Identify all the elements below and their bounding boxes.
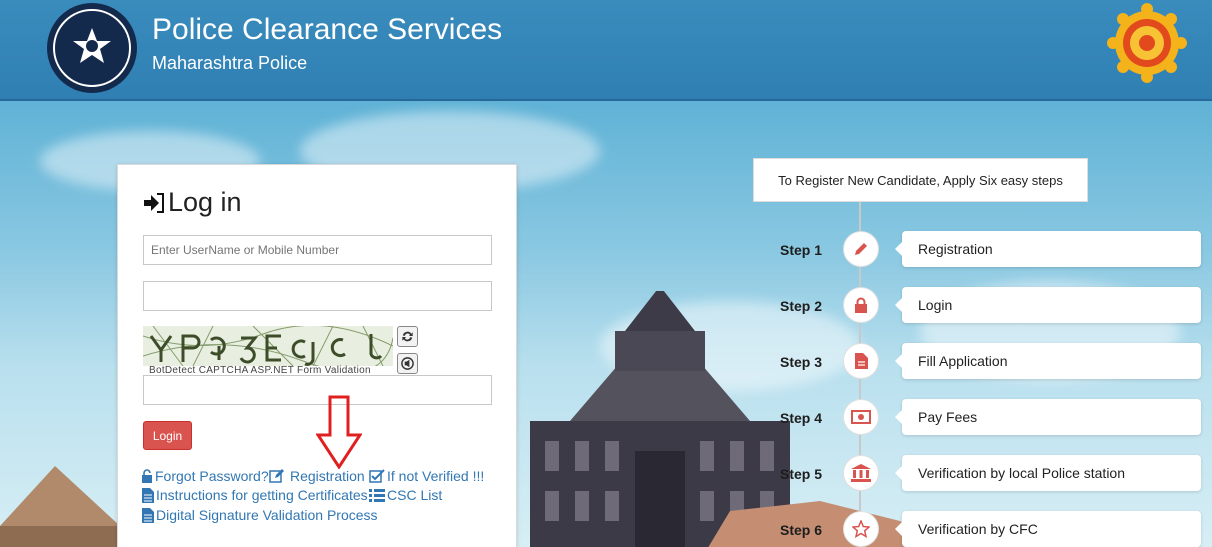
login-button[interactable]: Login: [143, 421, 192, 450]
login-heading: Log in: [142, 187, 242, 218]
digital-signature-link[interactable]: Digital Signature Validation Process: [142, 507, 378, 523]
forgot-password-label: Forgot Password?: [155, 468, 269, 484]
step-4-label: Step 4: [780, 410, 823, 426]
bank-icon: [851, 464, 871, 482]
money-icon: [851, 410, 871, 424]
maharashtra-seal-icon: [1107, 3, 1187, 83]
reload-icon: [402, 331, 413, 342]
lock-icon: [855, 297, 867, 313]
edit-icon: [269, 469, 284, 483]
csc-list-label: CSC List: [387, 487, 443, 503]
registration-link[interactable]: Registration: [269, 468, 365, 484]
speaker-icon: [401, 357, 414, 370]
step-2-label: Step 2: [780, 298, 823, 314]
steps-heading: To Register New Candidate, Apply Six eas…: [753, 158, 1088, 202]
username-input[interactable]: [143, 235, 492, 265]
checkbox-icon: [369, 469, 385, 483]
down-arrow-annotation: [316, 395, 362, 469]
password-input[interactable]: [143, 281, 492, 311]
sign-in-icon: [144, 192, 164, 213]
step-1-box[interactable]: Registration: [895, 231, 1201, 267]
step-4-box[interactable]: Pay Fees: [895, 399, 1201, 435]
step-1-label: Step 1: [780, 242, 823, 258]
step-6-box[interactable]: Verification by CFC: [895, 511, 1201, 547]
instructions-link[interactable]: Instructions for getting Certificates: [142, 487, 368, 503]
login-card: Log in BotDetect CAPTCHA ASP.NET: [117, 164, 517, 547]
step-2-circle: [843, 287, 879, 323]
star-icon: [852, 520, 870, 538]
step-1-circle: [843, 231, 879, 267]
step-5-label: Step 5: [780, 466, 823, 482]
file-icon: [142, 487, 154, 503]
pencil-icon: [855, 243, 867, 255]
instructions-label: Instructions for getting Certificates: [156, 487, 368, 503]
step-2-box[interactable]: Login: [895, 287, 1201, 323]
site-header: Police Clearance Services Maharashtra Po…: [0, 0, 1212, 101]
captcha-image: [143, 326, 393, 366]
step-6-circle: [843, 511, 879, 547]
roof-left: [0, 466, 130, 547]
registration-label: Registration: [290, 468, 365, 484]
step-3-label: Step 3: [780, 354, 823, 370]
list-icon: [369, 489, 385, 502]
step-6-label: Step 6: [780, 522, 823, 538]
captcha-sound-button[interactable]: [397, 353, 418, 374]
file-icon: [142, 507, 154, 523]
captcha-reload-button[interactable]: [397, 326, 418, 347]
step-5-box[interactable]: Verification by local Police station: [895, 455, 1201, 491]
step-3-circle: [843, 343, 879, 379]
step-4-circle: [843, 399, 879, 435]
if-not-verified-label: If not Verified !!!: [387, 468, 485, 484]
csc-list-link[interactable]: CSC List: [369, 487, 442, 503]
site-title: Police Clearance Services: [152, 13, 503, 46]
site-subtitle: Maharashtra Police: [152, 53, 308, 73]
digital-signature-label: Digital Signature Validation Process: [156, 507, 378, 523]
maharashtra-police-logo: [47, 3, 137, 93]
login-title-text: Log in: [168, 187, 242, 217]
step-3-box[interactable]: Fill Application: [895, 343, 1201, 379]
unlock-icon: [142, 469, 152, 483]
step-5-circle: [843, 455, 879, 491]
forgot-password-link[interactable]: Forgot Password?: [141, 468, 269, 484]
if-not-verified-link[interactable]: If not Verified !!!: [369, 468, 484, 484]
document-icon: [854, 353, 868, 369]
